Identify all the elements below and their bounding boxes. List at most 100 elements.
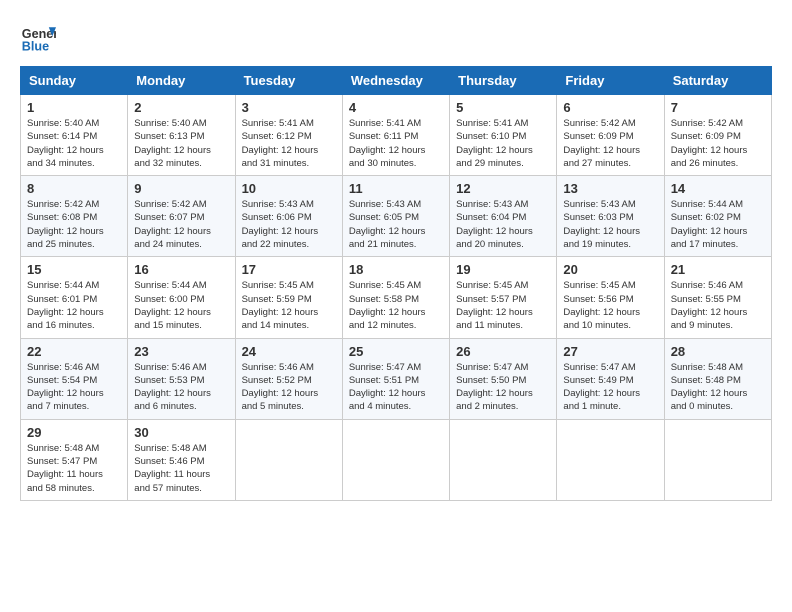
week-row-4: 22Sunrise: 5:46 AM Sunset: 5:54 PM Dayli… [21,338,772,419]
day-number-24: 24 [242,344,336,359]
week-row-1: 1 Sunrise: 5:40 AM Sunset: 6:14 PM Daylig… [21,95,772,176]
day-info-12: Sunrise: 5:43 AM Sunset: 6:04 PM Dayligh… [456,198,550,251]
day-cell-12: 12 Sunrise: 5:43 AM Sunset: 6:04 PM Dayli… [450,176,557,257]
day-number-7: 7 [671,100,765,115]
day-info-27: Sunrise: 5:47 AM Sunset: 5:49 PM Dayligh… [563,361,657,414]
day-info-25: Sunrise: 5:47 AM Sunset: 5:51 PM Dayligh… [349,361,443,414]
day-cell-13: 13 Sunrise: 5:43 AM Sunset: 6:03 PM Dayli… [557,176,664,257]
day-cell-15: 15Sunrise: 5:44 AM Sunset: 6:01 PM Dayli… [21,257,128,338]
day-number-12: 12 [456,181,550,196]
day-number-5: 5 [456,100,550,115]
day-cell-27: 27 Sunrise: 5:47 AM Sunset: 5:49 PM Dayli… [557,338,664,419]
day-number-4: 4 [349,100,443,115]
day-cell-21: 21 Sunrise: 5:46 AM Sunset: 5:55 PM Dayli… [664,257,771,338]
day-info-1: Sunrise: 5:40 AM Sunset: 6:14 PM Dayligh… [27,117,121,170]
day-info-13: Sunrise: 5:43 AM Sunset: 6:03 PM Dayligh… [563,198,657,251]
svg-text:Blue: Blue [22,40,49,54]
day-info-3: Sunrise: 5:41 AM Sunset: 6:12 PM Dayligh… [242,117,336,170]
day-info-20: Sunrise: 5:45 AM Sunset: 5:56 PM Dayligh… [563,279,657,332]
day-number-26: 26 [456,344,550,359]
day-number-8: 8 [27,181,121,196]
day-cell-26: 26 Sunrise: 5:47 AM Sunset: 5:50 PM Dayli… [450,338,557,419]
day-number-23: 23 [134,344,228,359]
day-info-5: Sunrise: 5:41 AM Sunset: 6:10 PM Dayligh… [456,117,550,170]
day-info-28: Sunrise: 5:48 AM Sunset: 5:48 PM Dayligh… [671,361,765,414]
day-cell-24: 24 Sunrise: 5:46 AM Sunset: 5:52 PM Dayli… [235,338,342,419]
weekday-friday: Friday [557,67,664,95]
day-number-22: 22 [27,344,121,359]
day-cell-28: 28 Sunrise: 5:48 AM Sunset: 5:48 PM Dayli… [664,338,771,419]
day-number-30: 30 [134,425,228,440]
day-cell-8: 8 Sunrise: 5:42 AM Sunset: 6:08 PM Daylig… [21,176,128,257]
week-row-3: 15Sunrise: 5:44 AM Sunset: 6:01 PM Dayli… [21,257,772,338]
day-info-30: Sunrise: 5:48 AM Sunset: 5:46 PM Dayligh… [134,442,228,495]
day-cell-20: 20 Sunrise: 5:45 AM Sunset: 5:56 PM Dayli… [557,257,664,338]
logo-icon: General Blue [20,20,56,56]
empty-cell [450,419,557,500]
day-info-23: Sunrise: 5:46 AM Sunset: 5:53 PM Dayligh… [134,361,228,414]
day-cell-30: 30 Sunrise: 5:48 AM Sunset: 5:46 PM Dayli… [128,419,235,500]
day-number-10: 10 [242,181,336,196]
day-cell-19: 19Sunrise: 5:45 AM Sunset: 5:57 PM Dayli… [450,257,557,338]
day-info-18: Sunrise: 5:45 AM Sunset: 5:58 PM Dayligh… [349,279,443,332]
day-cell-11: 11 Sunrise: 5:43 AM Sunset: 6:05 PM Dayli… [342,176,449,257]
day-number-21: 21 [671,262,765,277]
day-number-28: 28 [671,344,765,359]
day-cell-1: 1 Sunrise: 5:40 AM Sunset: 6:14 PM Daylig… [21,95,128,176]
day-info-14: Sunrise: 5:44 AM Sunset: 6:02 PM Dayligh… [671,198,765,251]
day-cell-7: 7 Sunrise: 5:42 AM Sunset: 6:09 PM Daylig… [664,95,771,176]
calendar-body: 1 Sunrise: 5:40 AM Sunset: 6:14 PM Daylig… [21,95,772,501]
week-row-5: 29 Sunrise: 5:48 AM Sunset: 5:47 PM Dayli… [21,419,772,500]
empty-cell [235,419,342,500]
day-number-13: 13 [563,181,657,196]
logo: General Blue [20,20,60,56]
day-number-15: 15 [27,262,121,277]
day-cell-10: 10 Sunrise: 5:43 AM Sunset: 6:06 PM Dayli… [235,176,342,257]
weekday-saturday: Saturday [664,67,771,95]
day-info-2: Sunrise: 5:40 AM Sunset: 6:13 PM Dayligh… [134,117,228,170]
day-cell-9: 9 Sunrise: 5:42 AM Sunset: 6:07 PM Daylig… [128,176,235,257]
day-number-27: 27 [563,344,657,359]
day-info-11: Sunrise: 5:43 AM Sunset: 6:05 PM Dayligh… [349,198,443,251]
day-info-4: Sunrise: 5:41 AM Sunset: 6:11 PM Dayligh… [349,117,443,170]
day-number-3: 3 [242,100,336,115]
day-info-21: Sunrise: 5:46 AM Sunset: 5:55 PM Dayligh… [671,279,765,332]
day-number-17: 17 [242,262,336,277]
day-number-18: 18 [349,262,443,277]
day-info-16: Sunrise: 5:44 AM Sunset: 6:00 PM Dayligh… [134,279,228,332]
day-number-6: 6 [563,100,657,115]
weekday-tuesday: Tuesday [235,67,342,95]
day-cell-17: 17 Sunrise: 5:45 AM Sunset: 5:59 PM Dayli… [235,257,342,338]
day-info-26: Sunrise: 5:47 AM Sunset: 5:50 PM Dayligh… [456,361,550,414]
empty-cell [557,419,664,500]
day-cell-29: 29 Sunrise: 5:48 AM Sunset: 5:47 PM Dayli… [21,419,128,500]
day-info-6: Sunrise: 5:42 AM Sunset: 6:09 PM Dayligh… [563,117,657,170]
day-number-20: 20 [563,262,657,277]
day-info-24: Sunrise: 5:46 AM Sunset: 5:52 PM Dayligh… [242,361,336,414]
day-cell-16: 16Sunrise: 5:44 AM Sunset: 6:00 PM Dayli… [128,257,235,338]
day-info-9: Sunrise: 5:42 AM Sunset: 6:07 PM Dayligh… [134,198,228,251]
day-number-1: 1 [27,100,121,115]
day-cell-5: 5 Sunrise: 5:41 AM Sunset: 6:10 PM Daylig… [450,95,557,176]
weekday-monday: Monday [128,67,235,95]
day-cell-25: 25Sunrise: 5:47 AM Sunset: 5:51 PM Dayli… [342,338,449,419]
day-cell-18: 18 Sunrise: 5:45 AM Sunset: 5:58 PM Dayli… [342,257,449,338]
day-info-10: Sunrise: 5:43 AM Sunset: 6:06 PM Dayligh… [242,198,336,251]
weekday-thursday: Thursday [450,67,557,95]
day-info-8: Sunrise: 5:42 AM Sunset: 6:08 PM Dayligh… [27,198,121,251]
weekday-header: SundayMondayTuesdayWednesdayThursdayFrid… [21,67,772,95]
day-number-9: 9 [134,181,228,196]
day-cell-4: 4 Sunrise: 5:41 AM Sunset: 6:11 PM Daylig… [342,95,449,176]
day-number-14: 14 [671,181,765,196]
day-number-2: 2 [134,100,228,115]
day-number-29: 29 [27,425,121,440]
day-info-29: Sunrise: 5:48 AM Sunset: 5:47 PM Dayligh… [27,442,121,495]
day-info-17: Sunrise: 5:45 AM Sunset: 5:59 PM Dayligh… [242,279,336,332]
day-number-11: 11 [349,181,443,196]
day-cell-14: 14 Sunrise: 5:44 AM Sunset: 6:02 PM Dayli… [664,176,771,257]
day-number-19: 19 [456,262,550,277]
day-info-7: Sunrise: 5:42 AM Sunset: 6:09 PM Dayligh… [671,117,765,170]
day-cell-2: 2 Sunrise: 5:40 AM Sunset: 6:13 PM Daylig… [128,95,235,176]
weekday-wednesday: Wednesday [342,67,449,95]
week-row-2: 8 Sunrise: 5:42 AM Sunset: 6:08 PM Daylig… [21,176,772,257]
